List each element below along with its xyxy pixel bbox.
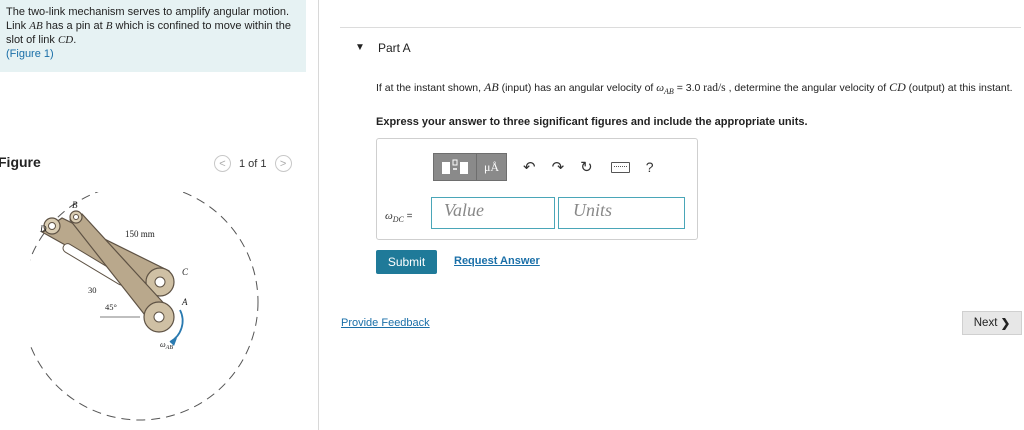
part-header[interactable]: ▼ Part A (340, 27, 1021, 68)
submit-button[interactable]: Submit (376, 250, 437, 274)
problem-text-2: has a pin at (42, 20, 106, 32)
templates-button[interactable] (433, 153, 477, 181)
collapse-triangle-icon[interactable]: ▼ (355, 42, 365, 53)
left-panel: The two-link mechanism serves to amplify… (0, 0, 319, 430)
units-input[interactable]: Units (558, 197, 685, 229)
question-text-1: If at the instant shown, (376, 82, 484, 94)
problem-text-4: . (73, 34, 77, 46)
label-c: C (182, 267, 189, 277)
label-d: D (39, 224, 47, 234)
answer-omega-sub: DC (392, 215, 404, 224)
part-title: Part A (378, 41, 411, 55)
chevron-right-icon: > (279, 157, 287, 170)
next-figure-button[interactable]: > (274, 155, 292, 172)
request-answer-link[interactable]: Request Answer (454, 255, 540, 267)
question-omega: ω (656, 82, 665, 94)
label-angle-45: 45° (105, 302, 117, 312)
figure-title: Figure (0, 154, 41, 170)
question-omega-sub: AB (664, 87, 674, 97)
problem-text: The two-link mechanism serves to amplify… (0, 0, 306, 61)
answer-omega: ω (385, 210, 393, 222)
instruction-text: Express your answer to three significant… (376, 116, 808, 128)
next-label: Next (973, 317, 998, 329)
pager-count: 1 of 1 (239, 157, 267, 170)
right-panel: ▼ Part A If at the instant shown, AB (in… (318, 0, 1024, 430)
question-text-2: (input) has an angular velocity of (498, 82, 657, 94)
label-angle-30: 30 (88, 285, 97, 295)
next-button[interactable]: Next ❯ (962, 311, 1022, 335)
question-text-5: (output) at this instant. (905, 82, 1013, 94)
label-b: B (72, 200, 78, 210)
problem-link-cd: CD (57, 34, 74, 46)
keyboard-icon[interactable] (610, 161, 630, 173)
label-a: A (181, 297, 188, 307)
question-units: rad/s (703, 82, 726, 94)
prev-figure-button[interactable]: < (214, 155, 231, 172)
value-input[interactable]: Value (431, 197, 555, 229)
undo-icon[interactable]: ↶ (523, 158, 536, 176)
question-link-ab: AB (483, 80, 499, 94)
chevron-right-icon: ❯ (1000, 318, 1011, 330)
chevron-left-icon: < (219, 157, 226, 170)
mechanism-figure: B D C A 150 mm 30 45° ωAB (30, 192, 259, 421)
question-text-3: = 3.0 (673, 82, 704, 94)
label-dimension: 150 mm (125, 229, 155, 239)
provide-feedback-link[interactable]: Provide Feedback (341, 317, 430, 329)
problem-link-ab: AB (29, 20, 43, 32)
templates-icon (442, 159, 468, 174)
answer-toolbar: μÅ ↶ ↷ ↻ ? (433, 153, 654, 181)
answer-variable: ωDC = (385, 210, 413, 224)
answer-equals: = (403, 211, 413, 222)
figure-pager: < 1 of 1 > (214, 155, 292, 172)
problem-statement: The two-link mechanism serves to amplify… (0, 0, 306, 72)
reset-icon[interactable]: ↻ (580, 158, 593, 176)
question-text-4: , determine the angular velocity of (725, 82, 890, 94)
units-symbol-button[interactable]: μÅ (477, 153, 507, 181)
question-text: If at the instant shown, AB (input) has … (376, 80, 1016, 99)
answer-box: μÅ ↶ ↷ ↻ ? ωDC = Value Units (376, 138, 698, 240)
question-link-cd: CD (889, 80, 906, 94)
redo-icon[interactable]: ↷ (552, 158, 565, 176)
figure-link[interactable]: (Figure 1) (6, 48, 54, 60)
help-button[interactable]: ? (646, 159, 654, 175)
